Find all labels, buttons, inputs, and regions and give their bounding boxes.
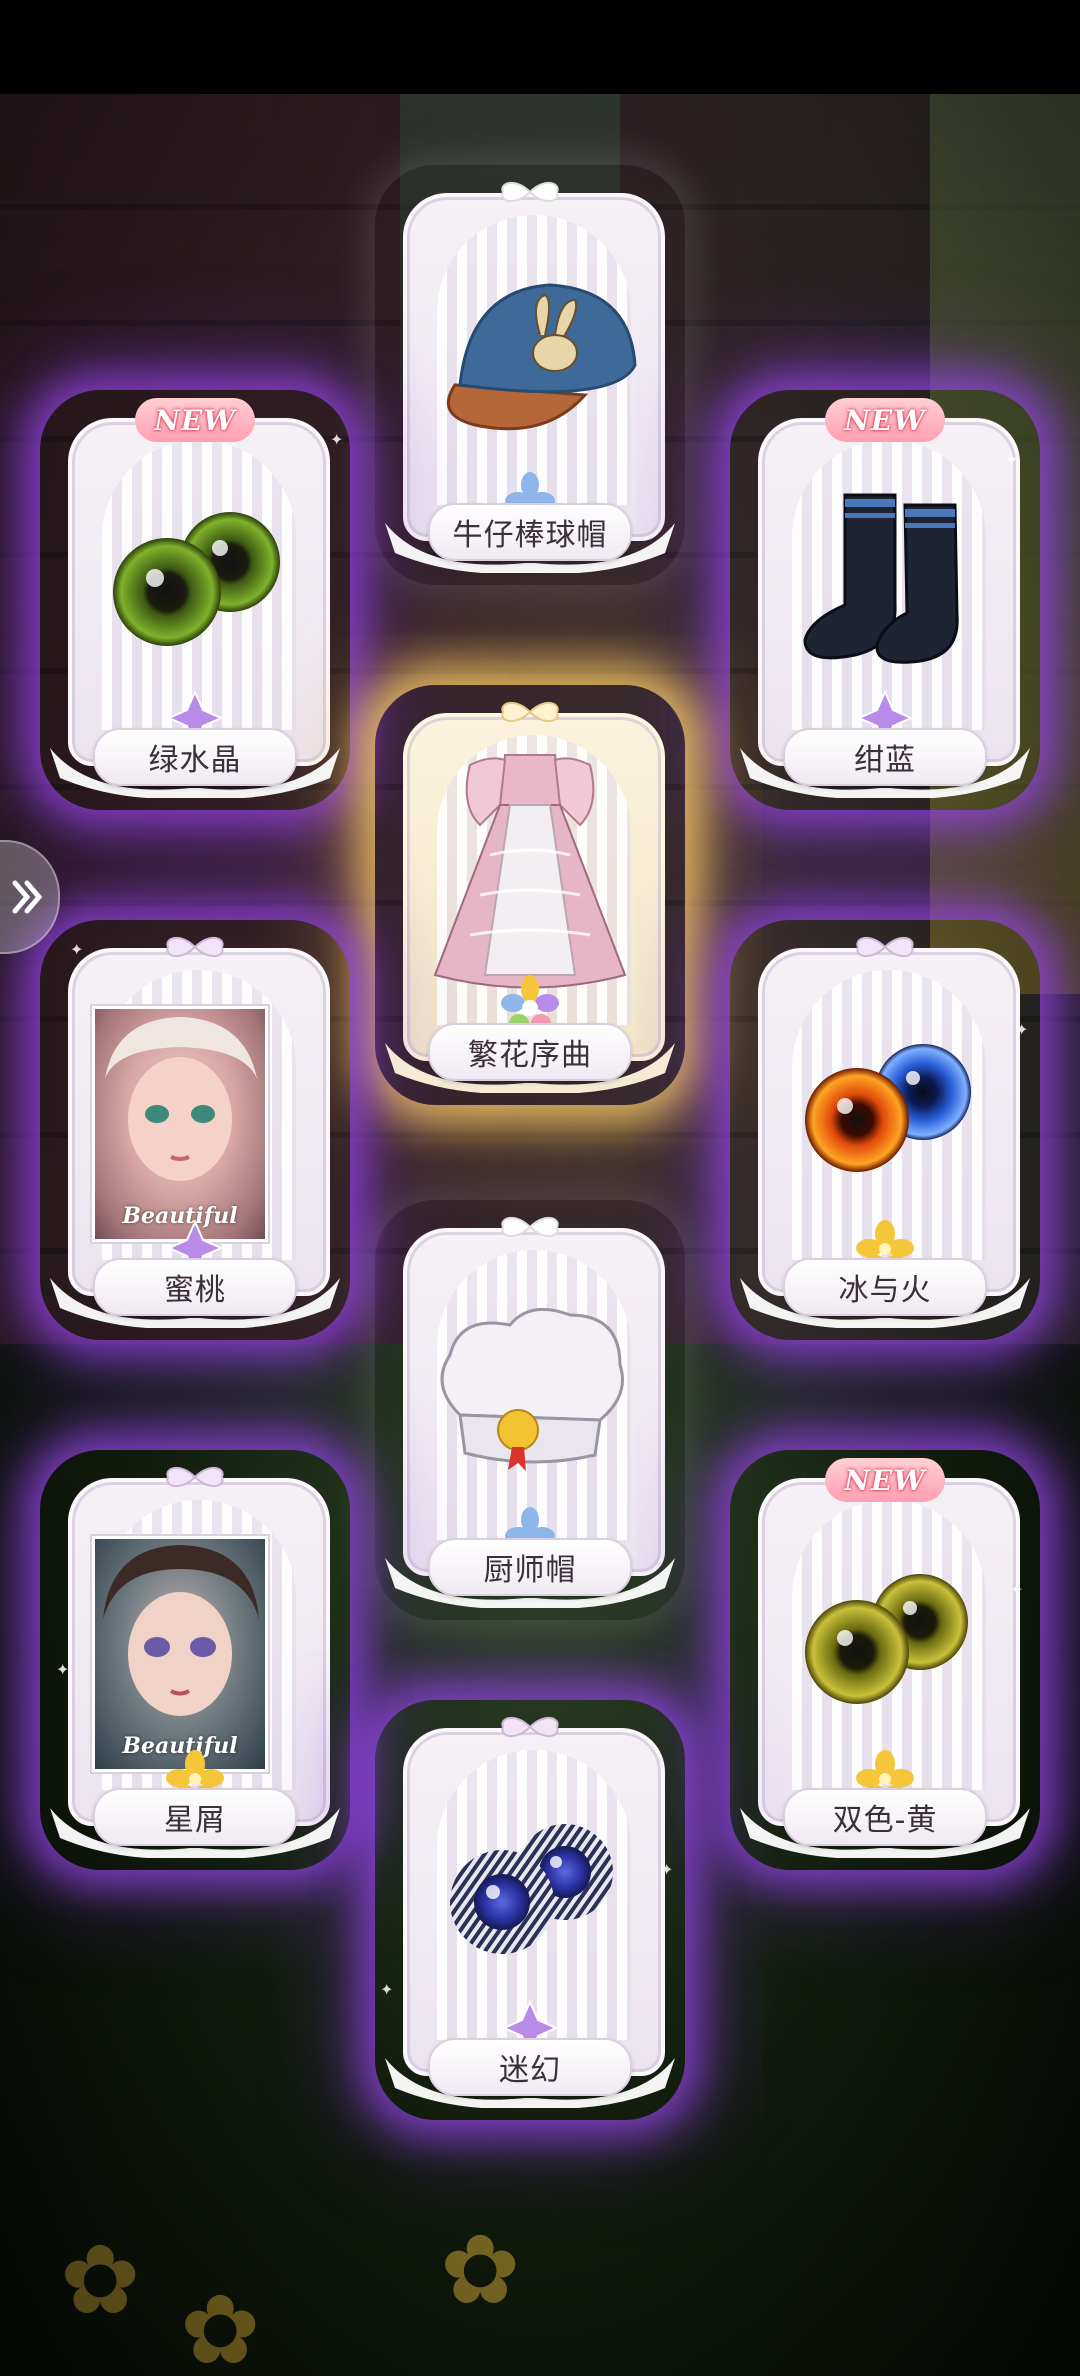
- reward-card-denim-cap[interactable]: 牛仔棒球帽: [385, 175, 675, 595]
- reward-card-green-crystal[interactable]: NEW 绿水晶: [50, 398, 340, 820]
- reward-name: 厨师帽: [428, 1538, 632, 1596]
- reward-card-stardust[interactable]: Beautiful 星屑: [50, 1460, 340, 1880]
- fire-ice-eyes-icon: [740, 1000, 1030, 1220]
- reward-name: 绀蓝: [783, 728, 987, 786]
- sparkle-decoration: ✦: [70, 940, 84, 959]
- reward-name: 星屑: [93, 1788, 297, 1846]
- reward-card-navy[interactable]: NEW 绀蓝: [740, 398, 1030, 820]
- sparkle-decoration: ✦: [380, 1980, 394, 1999]
- double-chevron-right-icon: [12, 880, 43, 914]
- sparkle-decoration: ✦: [330, 430, 344, 449]
- new-badge: NEW: [825, 398, 945, 442]
- reward-card-illusion[interactable]: 迷幻: [385, 1710, 675, 2130]
- sparkle-decoration: ✦: [1015, 1020, 1029, 1039]
- new-badge: NEW: [825, 1458, 945, 1502]
- blue-eyes-icon: [385, 1780, 675, 2000]
- bow-icon: [501, 702, 559, 722]
- reward-card-bicolor-yellow[interactable]: NEW 双色-黄: [740, 1458, 1030, 1880]
- reward-name: 绿水晶: [93, 728, 297, 786]
- reward-card-chef-hat[interactable]: 厨师帽: [385, 1210, 675, 1630]
- bow-icon: [501, 1217, 559, 1237]
- bow-icon: [501, 182, 559, 202]
- reward-name: 牛仔棒球帽: [428, 503, 632, 561]
- reward-card-flower-prelude[interactable]: 繁花序曲: [385, 695, 675, 1115]
- portrait-icon: Beautiful: [92, 1006, 268, 1242]
- green-eyes-icon: [50, 470, 340, 690]
- yellow-eyes-icon: [740, 1530, 1030, 1750]
- reward-name: 繁花序曲: [428, 1023, 632, 1081]
- bow-icon: [856, 937, 914, 957]
- bow-icon: [166, 1467, 224, 1487]
- bow-icon: [501, 1717, 559, 1737]
- reward-name: 迷幻: [428, 2038, 632, 2096]
- sparkle-decoration: ✦: [660, 1860, 674, 1879]
- status-bar: [0, 0, 1080, 94]
- reward-card-peach[interactable]: Beautiful 蜜桃: [50, 930, 340, 1350]
- reward-card-ice-and-fire[interactable]: 冰与火: [740, 930, 1030, 1350]
- sparkle-decoration: ✦: [1005, 450, 1019, 469]
- reward-name: 蜜桃: [93, 1258, 297, 1316]
- bow-icon: [166, 937, 224, 957]
- sparkle-decoration: ✦: [56, 1660, 70, 1679]
- chef-hat-icon: [385, 1280, 675, 1500]
- socks-icon: [740, 470, 1030, 690]
- dress-icon: [385, 735, 675, 995]
- sparkle-decoration: ✦: [1010, 1580, 1024, 1599]
- portrait-icon: Beautiful: [92, 1536, 268, 1772]
- reward-name: 冰与火: [783, 1258, 987, 1316]
- reward-name: 双色-黄: [783, 1788, 987, 1846]
- new-badge: NEW: [135, 398, 255, 442]
- cap-icon: [385, 245, 675, 465]
